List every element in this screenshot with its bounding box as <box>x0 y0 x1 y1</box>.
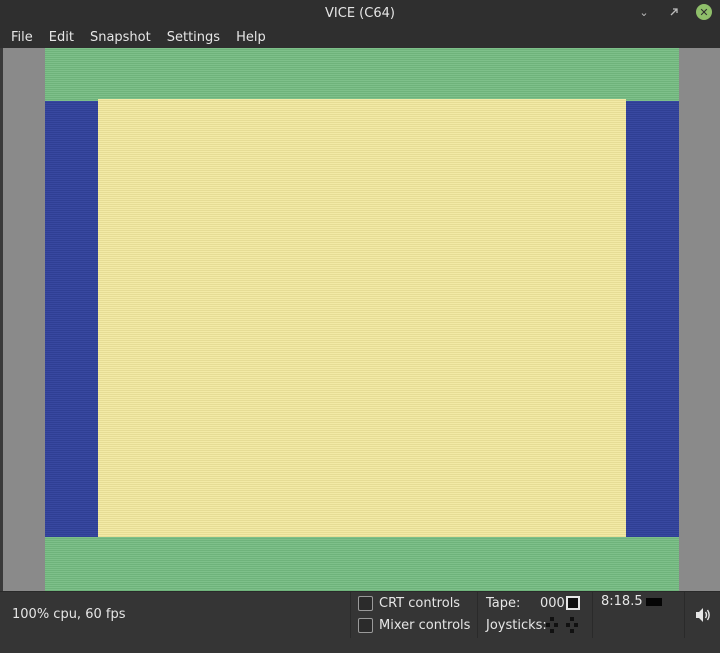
c64-border-right <box>626 101 679 537</box>
status-divider <box>350 592 351 638</box>
crt-controls-toggle[interactable]: CRT controls <box>358 596 460 611</box>
status-bar: 100% cpu, 60 fps CRT controls Mixer cont… <box>0 591 720 653</box>
mixer-controls-checkbox[interactable] <box>358 618 373 633</box>
cpu-fps-readout: 100% cpu, 60 fps <box>12 607 126 622</box>
left-edge <box>0 48 3 591</box>
emulator-display-area[interactable] <box>0 48 720 591</box>
maximize-icon[interactable] <box>666 4 682 20</box>
menu-file[interactable]: File <box>0 30 41 45</box>
title-bar: VICE (C64) ⌄ ✕ <box>0 0 720 26</box>
c64-border-top <box>45 48 679 101</box>
tape-stop-icon[interactable] <box>566 596 580 610</box>
close-icon[interactable]: ✕ <box>696 4 712 20</box>
crt-controls-label: CRT controls <box>379 596 461 611</box>
c64-screen[interactable] <box>45 48 679 591</box>
menu-edit[interactable]: Edit <box>41 30 82 45</box>
window-controls: ⌄ ✕ <box>636 4 712 20</box>
joystick-icon[interactable] <box>546 617 582 633</box>
status-divider <box>684 592 685 638</box>
volume-icon[interactable] <box>694 607 712 623</box>
c64-border-bottom <box>45 537 679 591</box>
window-title: VICE (C64) <box>325 5 395 21</box>
menu-settings[interactable]: Settings <box>159 30 228 45</box>
status-divider <box>592 592 593 638</box>
tape-counter: 000 <box>540 596 565 611</box>
drive-track-readout: 8:18.5 <box>601 594 643 609</box>
menu-bar: File Edit Snapshot Settings Help <box>0 26 720 48</box>
drive-led-icon <box>646 598 662 606</box>
minimize-icon[interactable]: ⌄ <box>636 4 652 20</box>
menu-snapshot[interactable]: Snapshot <box>82 30 159 45</box>
c64-background <box>98 99 626 537</box>
mixer-controls-toggle[interactable]: Mixer controls <box>358 618 470 633</box>
status-divider <box>477 592 478 638</box>
crt-controls-checkbox[interactable] <box>358 596 373 611</box>
c64-border-left <box>45 101 98 537</box>
mixer-controls-label: Mixer controls <box>379 618 471 633</box>
vice-window: VICE (C64) ⌄ ✕ File Edit Snapshot Settin… <box>0 0 720 653</box>
menu-help[interactable]: Help <box>228 30 274 45</box>
tape-label: Tape: <box>486 596 521 611</box>
joysticks-label: Joysticks: <box>486 618 547 633</box>
